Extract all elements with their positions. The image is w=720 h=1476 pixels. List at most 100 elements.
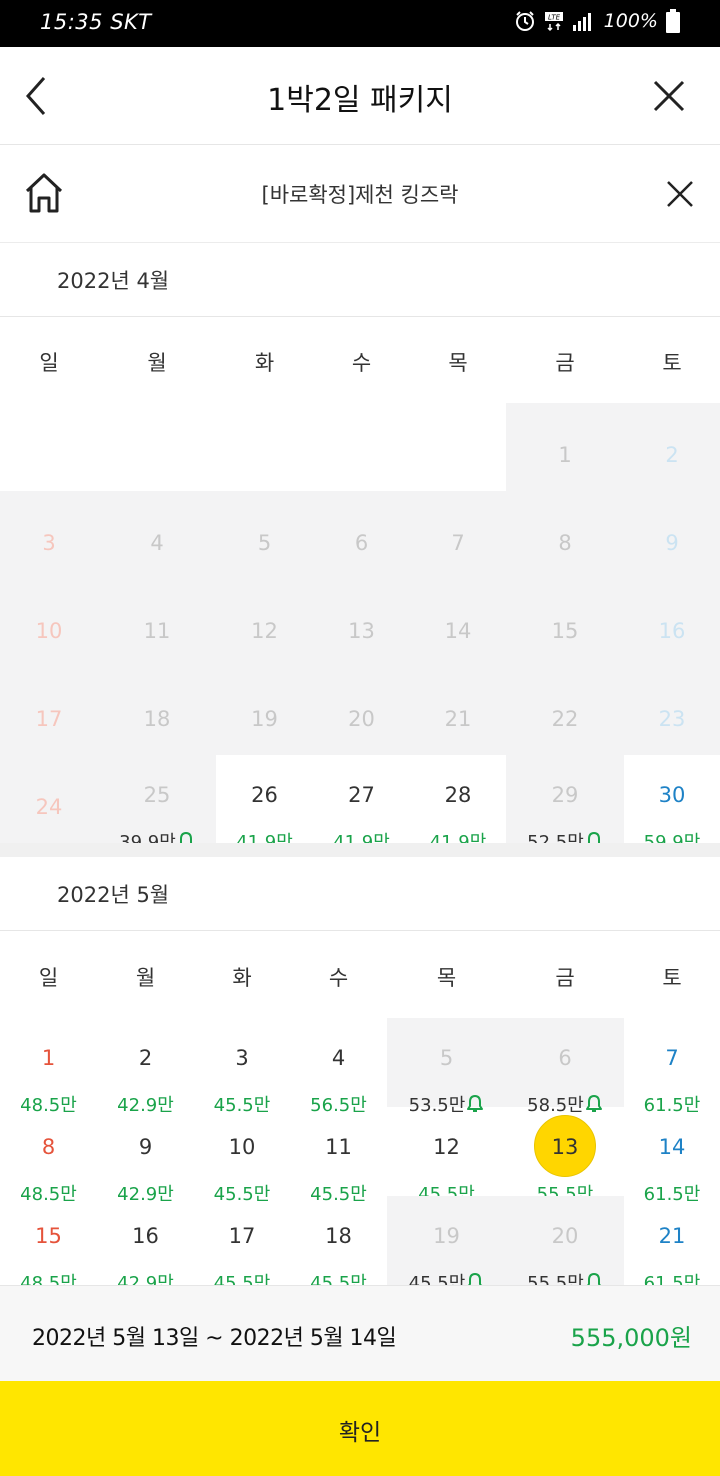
day-number: 30 <box>658 783 686 807</box>
weekday-row: 일월화수목금토 <box>0 317 720 403</box>
calendar-day-april-27[interactable]: 2741.9만 <box>313 755 410 853</box>
day-number: 7 <box>451 531 465 555</box>
calendar-day-may-12[interactable]: 12 45.5만 <box>387 1107 506 1205</box>
day-number: 27 <box>348 783 375 807</box>
month-title: 2022년 4월 <box>57 269 170 293</box>
calendar-day-april-16: 16 <box>624 579 720 667</box>
day-number: 18 <box>143 707 171 731</box>
calendar-day-may-2[interactable]: 2 42.9만 <box>97 1018 194 1116</box>
day-number: 24 <box>35 795 63 819</box>
calendar-day-may-6[interactable]: 6 58.5만 <box>506 1018 624 1116</box>
calendar-day-may-11[interactable]: 11 45.5만 <box>290 1107 387 1205</box>
calendar-day-may-8[interactable]: 8 48.5만 <box>0 1107 97 1205</box>
calendar-day-april-30[interactable]: 3059.9만 <box>624 755 720 853</box>
day-number: 6 <box>354 531 369 555</box>
weekday-label: 수 <box>351 351 372 375</box>
day-number: 9 <box>665 531 679 555</box>
day-number: 14 <box>658 1135 686 1159</box>
calendar-day-april-24: 24 <box>0 755 98 843</box>
calendar-day-april-14: 14 <box>410 579 506 667</box>
calendar-day-may-16[interactable]: 16 42.9만 <box>97 1196 194 1294</box>
day-number: 20 <box>551 1224 579 1248</box>
day-number: 7 <box>665 1046 679 1070</box>
day-number: 23 <box>658 707 686 731</box>
confirm-label: 확인 <box>338 1419 382 1445</box>
day-number: 16 <box>132 1224 159 1248</box>
day-number: 11 <box>325 1135 352 1159</box>
lte-icon: LTE <box>544 10 564 32</box>
calendar-day-may-13[interactable]: 13 55.5만 <box>506 1107 624 1205</box>
calendar-day-may-14[interactable]: 14 61.5만 <box>624 1107 720 1205</box>
weekday-label: 일 <box>39 351 59 375</box>
day-number: 10 <box>35 619 63 643</box>
calendar-day-may-19[interactable]: 19 45.5만 <box>387 1196 506 1294</box>
day-number: 12 <box>251 619 278 643</box>
calendar-day-may-10[interactable]: 10 45.5만 <box>194 1107 290 1205</box>
calendar-day-may-18[interactable]: 18 45.5만 <box>290 1196 387 1294</box>
day-number: 17 <box>35 707 63 731</box>
calendar-day-may-5[interactable]: 5 53.5만 <box>387 1018 506 1116</box>
calendar-day-may-17[interactable]: 17 45.5만 <box>194 1196 290 1294</box>
total-price: 555,000원 <box>570 1324 692 1352</box>
calendar-day-april-4: 4 <box>98 491 216 579</box>
day-number: 15 <box>35 1224 62 1248</box>
calendar-day-april-25[interactable]: 2539.9만 <box>98 755 216 853</box>
calendar-day-april-15: 15 <box>506 579 624 667</box>
status-bar: 15:35 SKT LTE 100% <box>0 0 720 47</box>
day-number: 13 <box>551 1135 579 1159</box>
calendar-day-may-1[interactable]: 1 48.5만 <box>0 1018 97 1116</box>
month-title: 2022년 5월 <box>57 883 170 907</box>
calendar-day-may-15[interactable]: 15 48.5만 <box>0 1196 97 1294</box>
day-number: 11 <box>143 619 171 643</box>
day-number: 19 <box>251 707 278 731</box>
battery-level: 100% <box>603 10 658 32</box>
day-number: 15 <box>551 619 579 643</box>
calendar-day-april-11: 11 <box>98 579 216 667</box>
calendar-day-april-18: 18 <box>98 667 216 755</box>
day-number: 14 <box>444 619 472 643</box>
day-number: 26 <box>251 783 278 807</box>
calendar-day-april-10: 10 <box>0 579 98 667</box>
close-icon[interactable] <box>666 180 694 208</box>
calendar-day-april-26[interactable]: 2641.9만 <box>216 755 313 853</box>
calendar-day-april-22: 22 <box>506 667 624 755</box>
confirm-button[interactable]: 확인 <box>0 1381 720 1476</box>
calendar-day-april-17: 17 <box>0 667 98 755</box>
day-number: 6 <box>558 1046 572 1070</box>
calendar-day-april-8: 8 <box>506 491 624 579</box>
calendar-day-may-4[interactable]: 4 56.5만 <box>290 1018 387 1116</box>
day-number: 8 <box>558 531 572 555</box>
weekday-label: 토 <box>662 966 682 990</box>
calendar-day-april-7: 7 <box>410 491 506 579</box>
calendar-day-april-6: 6 <box>313 491 410 579</box>
calendar-day-april-19: 19 <box>216 667 313 755</box>
day-number: 9 <box>138 1135 153 1159</box>
battery-icon <box>666 9 680 33</box>
day-number: 22 <box>551 707 579 731</box>
calendar-day-may-21[interactable]: 21 61.5만 <box>624 1196 720 1294</box>
alarm-icon <box>514 10 536 32</box>
calendar-day-may-7[interactable]: 7 61.5만 <box>624 1018 720 1116</box>
day-number: 3 <box>42 531 56 555</box>
calendar-day-april-12: 12 <box>216 579 313 667</box>
calendar-day-april-28[interactable]: 2841.9만 <box>410 755 506 853</box>
day-number: 1 <box>558 443 572 467</box>
calendar-day-april-21: 21 <box>410 667 506 755</box>
day-number: 2 <box>138 1046 153 1070</box>
calendar-grid-april: 1 2 3 4 5 6 7 8 9 10 11 12 13 14 15 16 17 18 19 20 21 22 23 24 2… <box>0 403 720 853</box>
calendar-grid-may: 1 48.5만 2 42.9만 3 45.5만 4 56.5만 5 53.5만 6 58.5만 7 61.… <box>0 1018 720 1294</box>
close-icon[interactable] <box>652 79 686 113</box>
product-name: [바로확정]제천 킹즈락 <box>261 183 459 207</box>
calendar-day-april-29[interactable]: 2952.5만 <box>506 755 624 853</box>
calendar-day-may-20[interactable]: 20 55.5만 <box>506 1196 624 1294</box>
day-number: 1 <box>41 1046 56 1070</box>
calendar-day-may-9[interactable]: 9 42.9만 <box>97 1107 194 1205</box>
weekday-row: 일월화수목금토 <box>0 932 720 1018</box>
weekday-label: 금 <box>555 966 575 990</box>
day-number: 8 <box>41 1135 56 1159</box>
day-number: 3 <box>235 1046 249 1070</box>
weekday-label: 화 <box>254 351 275 375</box>
day-number: 5 <box>439 1046 454 1070</box>
calendar-day-april-13: 13 <box>313 579 410 667</box>
calendar-day-may-3[interactable]: 3 45.5만 <box>194 1018 290 1116</box>
